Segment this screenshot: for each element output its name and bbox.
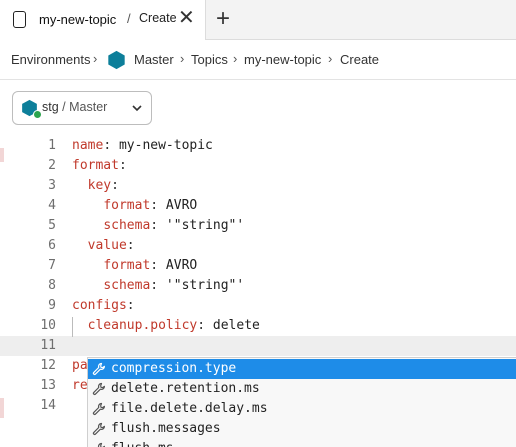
yaml-key: pa	[72, 358, 88, 373]
tab-bar: my-new-topic / Create ✕ +	[0, 0, 516, 40]
wrench-icon	[92, 402, 105, 416]
environment-name: stg	[42, 100, 59, 114]
suggestion-item[interactable]: flush.ms	[88, 439, 516, 447]
suggestion-label: compression.type	[111, 361, 237, 376]
chevron-right-icon: ›	[180, 51, 185, 66]
chevron-down-icon	[132, 105, 142, 112]
breadcrumb: Environments › Master › Topics › my-new-…	[0, 40, 516, 80]
cluster-name: Master	[69, 100, 108, 114]
suggestion-label: flush.ms	[111, 439, 174, 447]
line-number: 6	[48, 238, 56, 253]
line-number: 12	[40, 358, 56, 373]
editor-line[interactable]: 7 format: AVRO	[0, 256, 516, 276]
chevron-right-icon: ›	[328, 51, 333, 66]
yaml-key: name	[72, 138, 104, 153]
line-number: 7	[48, 258, 56, 273]
line-number: 14	[40, 398, 56, 413]
yaml-value: '"string"'	[158, 278, 245, 293]
environment-separator: /	[62, 100, 66, 114]
wrench-icon	[92, 382, 105, 396]
code-text: format: AVRO	[103, 198, 198, 213]
yaml-value: AVRO	[158, 258, 198, 273]
line-number: 11	[40, 338, 56, 353]
tab-separator: /	[127, 11, 131, 26]
yaml-value: delete	[205, 318, 260, 333]
yaml-key: format	[103, 258, 151, 273]
code-text: format: AVRO	[103, 258, 198, 273]
line-number: 9	[48, 298, 56, 313]
yaml-key: schema	[103, 218, 151, 233]
code-text: key:	[87, 178, 119, 193]
editor-line[interactable]: 9 configs:	[0, 296, 516, 316]
editor-line[interactable]: 10 cleanup.policy: delete	[0, 316, 516, 336]
line-number: 8	[48, 278, 56, 293]
new-tab-button[interactable]: +	[216, 5, 230, 33]
suggestion-item[interactable]: flush.messages	[88, 419, 516, 439]
yaml-value: '"string"'	[158, 218, 245, 233]
line-number: 10	[40, 318, 56, 333]
yaml-key: schema	[103, 278, 151, 293]
code-text: cleanup.policy: delete	[87, 318, 260, 333]
yaml-key: format	[72, 158, 119, 173]
wrench-icon	[92, 362, 105, 376]
yaml-key: key	[87, 178, 112, 193]
indent-guide	[72, 317, 73, 337]
status-dot	[33, 110, 42, 119]
editor-line[interactable]: 6 value:	[0, 236, 516, 256]
suggestion-label: flush.messages	[111, 421, 221, 436]
breadcrumb-master[interactable]: Master	[134, 52, 174, 67]
breadcrumb-environments[interactable]: Environments	[11, 52, 90, 67]
yaml-key: value	[87, 238, 127, 253]
close-icon[interactable]: ✕	[178, 8, 195, 28]
document-icon	[13, 11, 26, 28]
autocomplete-dropdown: compression.type delete.retention.ms file.…	[87, 357, 516, 447]
code-text: re	[72, 376, 88, 396]
editor-line[interactable]: 1 name: my-new-topic	[0, 136, 516, 156]
breadcrumb-topic[interactable]: my-new-topic	[244, 52, 321, 67]
line-number: 1	[48, 138, 56, 153]
editor-line[interactable]: 2 format:	[0, 156, 516, 176]
line-number: 3	[48, 178, 56, 193]
tab-subtitle: Create	[139, 11, 177, 25]
tab-title: my-new-topic	[39, 12, 117, 27]
cluster-hexagon-icon	[108, 50, 125, 70]
breadcrumb-create: Create	[340, 52, 380, 67]
line-number: 2	[48, 158, 56, 173]
code-text: pa	[72, 356, 88, 376]
editor-line[interactable]: 5 schema: '"string"'	[0, 216, 516, 236]
editor-line[interactable]: 11	[0, 336, 516, 356]
yaml-value: my-new-topic	[111, 138, 213, 153]
line-number: 13	[40, 378, 56, 393]
editor-line[interactable]: 8 schema: '"string"'	[0, 276, 516, 296]
wrench-icon	[97, 442, 105, 447]
suggestion-item[interactable]: delete.retention.ms	[88, 379, 516, 399]
environment-label: stg / Master	[42, 100, 107, 114]
suggestion-item[interactable]: compression.type	[88, 359, 516, 379]
tab-my-new-topic[interactable]: my-new-topic / Create ✕	[0, 0, 206, 40]
suggestion-label: delete.retention.ms	[111, 381, 260, 396]
code-text: value:	[87, 238, 135, 253]
chevron-right-icon: ›	[93, 51, 98, 66]
editor-line[interactable]: 4 format: AVRO	[0, 196, 516, 216]
yaml-key: cleanup.policy	[87, 318, 198, 333]
yaml-key: configs	[72, 298, 127, 313]
environment-selector[interactable]: stg / Master	[12, 91, 152, 125]
wrench-icon	[92, 422, 105, 436]
line-number: 5	[48, 218, 56, 233]
suggestion-item[interactable]: file.delete.delay.ms	[88, 399, 516, 419]
yaml-value: AVRO	[158, 198, 198, 213]
suggestion-label: file.delete.delay.ms	[111, 401, 268, 416]
breadcrumb-topics[interactable]: Topics	[191, 52, 228, 67]
code-text: schema: '"string"'	[103, 278, 245, 293]
code-text: name: my-new-topic	[72, 138, 213, 153]
yaml-key: format	[103, 198, 151, 213]
line-number: 4	[48, 198, 56, 213]
code-text: schema: '"string"'	[103, 218, 245, 233]
code-text: configs:	[72, 298, 135, 313]
code-text: format:	[72, 158, 127, 173]
chevron-right-icon: ›	[233, 51, 238, 66]
editor-line[interactable]: 3 key:	[0, 176, 516, 196]
yaml-key: re	[72, 378, 88, 393]
